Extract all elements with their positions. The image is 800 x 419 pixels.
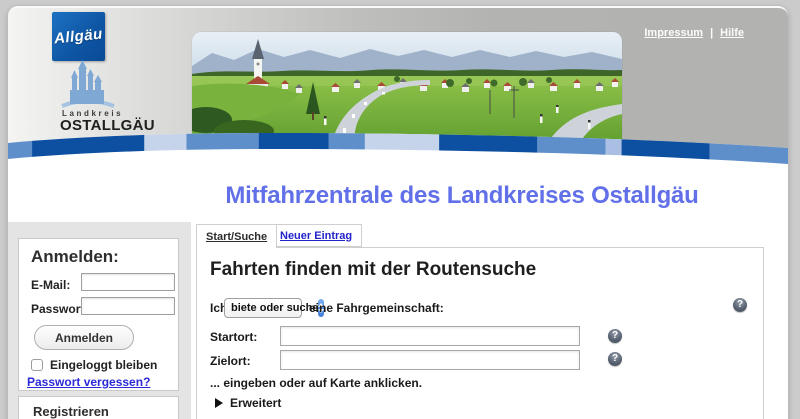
- advanced-label: Erweitert: [230, 396, 281, 410]
- triangle-icon: [215, 398, 223, 408]
- tab-start-suche[interactable]: Start/Suche: [196, 224, 277, 248]
- email-input[interactable]: [81, 273, 175, 291]
- login-heading: Anmelden:: [31, 247, 119, 267]
- map-hint: ... eingeben oder auf Karte anklicken.: [210, 376, 422, 390]
- forgot-password-link[interactable]: Passwort vergessen?: [27, 375, 150, 389]
- castle-icon: [48, 60, 126, 112]
- page-title: Mitfahrzentrale des Landkreises Ostallgä…: [192, 182, 732, 210]
- zielort-input[interactable]: [280, 350, 580, 370]
- wave-stripe: [8, 128, 788, 172]
- zielort-label: Zielort:: [210, 354, 251, 368]
- hilfe-link[interactable]: Hilfe: [720, 27, 744, 39]
- login-panel: Anmelden: E-Mail: Passwort: Anmelden Ein…: [18, 238, 179, 391]
- remember-checkbox[interactable]: [31, 359, 43, 371]
- nav-separator: |: [710, 27, 713, 39]
- help-icon[interactable]: ?: [608, 329, 622, 343]
- allgaeu-logo: Allgäu: [52, 12, 105, 61]
- header-nav: Impressum | Hilfe: [644, 27, 744, 39]
- login-button[interactable]: Anmelden: [34, 325, 134, 350]
- password-label: Passwort:: [31, 302, 88, 316]
- ride-type-suffix: eine Fahrgemeinschaft:: [309, 301, 444, 315]
- password-input[interactable]: [81, 297, 175, 315]
- email-label: E-Mail:: [31, 278, 70, 292]
- tab-neuer-eintrag-label: Neuer Eintrag: [280, 230, 352, 242]
- impressum-link[interactable]: Impressum: [644, 27, 703, 39]
- register-section[interactable]: Registrieren: [18, 396, 179, 419]
- startort-input[interactable]: [280, 326, 580, 346]
- help-icon[interactable]: ?: [608, 352, 622, 366]
- header-photo: [192, 32, 622, 142]
- tab-neuer-eintrag[interactable]: Neuer Eintrag: [270, 224, 362, 247]
- landscape-illustration: [192, 32, 622, 142]
- search-heading: Fahrten finden mit der Routensuche: [210, 259, 536, 281]
- startort-label: Startort:: [210, 330, 257, 344]
- advanced-toggle[interactable]: Erweitert: [215, 396, 281, 410]
- tab-start-suche-label: Start/Suche: [206, 231, 267, 243]
- ride-type-value: biete oder suche: [225, 302, 318, 314]
- ride-type-select[interactable]: biete oder suche: [224, 298, 302, 318]
- allgaeu-logo-text: Allgäu: [53, 25, 103, 47]
- help-icon[interactable]: ?: [733, 298, 747, 312]
- remember-label: Eingeloggt bleiben: [50, 358, 157, 372]
- register-label: Registrieren: [33, 404, 109, 419]
